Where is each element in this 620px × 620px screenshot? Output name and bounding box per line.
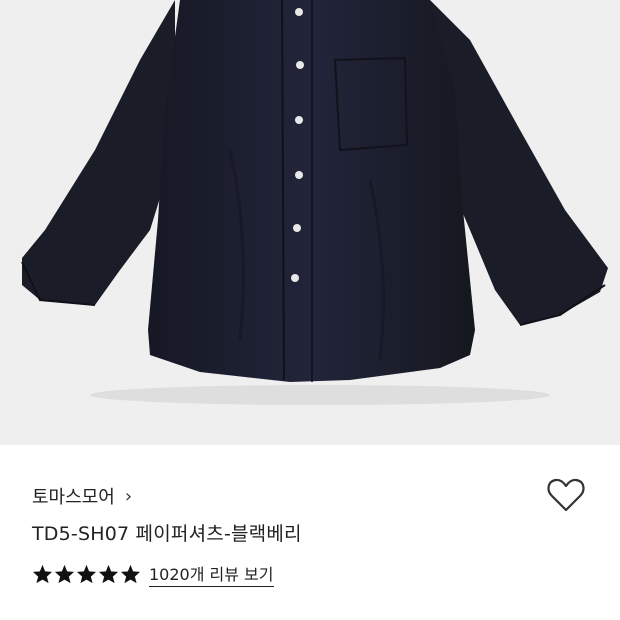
product-info: 토마스모어 › TD5-SH07 페이퍼셔츠-블랙베리 1020개 리뷰 보기 [0, 445, 620, 620]
star-rating [32, 564, 141, 584]
product-image[interactable] [0, 0, 620, 445]
shirt-photo [21, 0, 608, 405]
star-icon [54, 564, 75, 584]
star-icon [76, 564, 97, 584]
brand-link[interactable]: 토마스모어 › [32, 483, 132, 509]
product-title: TD5-SH07 페이퍼셔츠-블랙베리 [32, 523, 302, 545]
brand-name: 토마스모어 [32, 487, 115, 508]
rating-row: 1020개 리뷰 보기 [32, 561, 274, 587]
chevron-right-icon: › [124, 485, 133, 507]
reviews-link[interactable]: 1020개 리뷰 보기 [149, 561, 274, 587]
star-icon [98, 564, 119, 584]
heart-icon[interactable] [546, 477, 586, 513]
star-icon [120, 564, 141, 584]
star-icon [32, 564, 53, 584]
